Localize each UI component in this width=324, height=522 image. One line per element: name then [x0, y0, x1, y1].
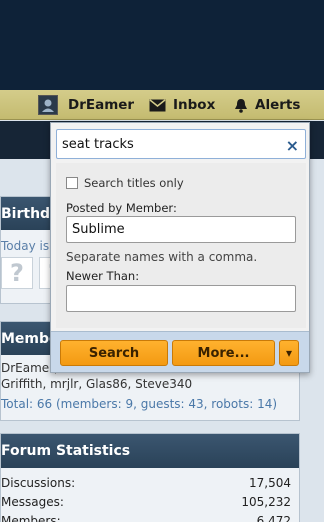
user-navigation-bar: DrEamer Inbox Alerts — [0, 90, 324, 120]
birthday-today-text: Today is — [1, 239, 50, 253]
search-query-input[interactable] — [57, 136, 277, 152]
alerts-link[interactable]: Alerts — [234, 90, 300, 120]
inbox-link[interactable]: Inbox — [149, 90, 215, 120]
bell-icon — [234, 98, 248, 113]
stat-value: 105,232 — [241, 495, 291, 509]
titles-only-option[interactable]: Search titles only — [66, 176, 184, 190]
quick-search-popup: × Search titles only Posted by Member: S… — [50, 122, 310, 373]
site-header-background — [0, 0, 324, 90]
separate-names-hint: Separate names with a comma. — [66, 250, 258, 264]
search-options-panel: Search titles only Posted by Member: Sub… — [56, 163, 306, 328]
stat-value: 17,504 — [249, 476, 291, 490]
posted-by-label: Posted by Member: — [66, 201, 177, 215]
search-query-box: × — [56, 129, 306, 159]
chevron-down-icon: ▾ — [285, 346, 293, 360]
alerts-label: Alerts — [255, 97, 301, 113]
titles-only-label: Search titles only — [84, 176, 184, 190]
user-avatar — [38, 95, 58, 115]
account-link[interactable]: DrEamer — [38, 90, 134, 120]
stat-label: Members: — [1, 514, 61, 522]
stat-row: Messages: 105,232 — [1, 495, 291, 509]
avatar-image-icon — [42, 99, 54, 112]
close-icon[interactable]: × — [286, 136, 299, 155]
titles-only-checkbox[interactable] — [66, 177, 78, 189]
inbox-label: Inbox — [173, 97, 216, 113]
stat-value: 6,472 — [256, 514, 291, 522]
members-list-line: Griffith, mrjlr, Glas86, Steve340 — [1, 377, 193, 391]
birthday-avatar[interactable]: ? — [1, 257, 33, 289]
stat-row: Members: 6,472 — [1, 514, 291, 522]
forum-statistics-block: Forum Statistics Discussions: 17,504 Mes… — [0, 433, 300, 522]
search-button[interactable]: Search — [60, 340, 168, 366]
posted-by-member-field[interactable]: Sublime — [66, 216, 296, 243]
envelope-icon — [149, 98, 166, 112]
dropdown-arrow-button[interactable]: ▾ — [279, 340, 299, 366]
stat-label: Discussions: — [1, 476, 76, 490]
search-button-bar: Search More... ▾ — [51, 331, 309, 372]
stat-label: Messages: — [1, 495, 64, 509]
forum-statistics-heading: Forum Statistics — [1, 434, 299, 468]
question-mark-icon: ? — [10, 259, 24, 287]
stat-row: Discussions: 17,504 — [1, 476, 291, 490]
more-options-button[interactable]: More... — [172, 340, 275, 366]
newer-than-label: Newer Than: — [66, 269, 140, 283]
members-total: Total: 66 (members: 9, guests: 43, robot… — [1, 397, 278, 411]
username-label: DrEamer — [68, 97, 135, 113]
newer-than-field[interactable] — [66, 285, 296, 312]
